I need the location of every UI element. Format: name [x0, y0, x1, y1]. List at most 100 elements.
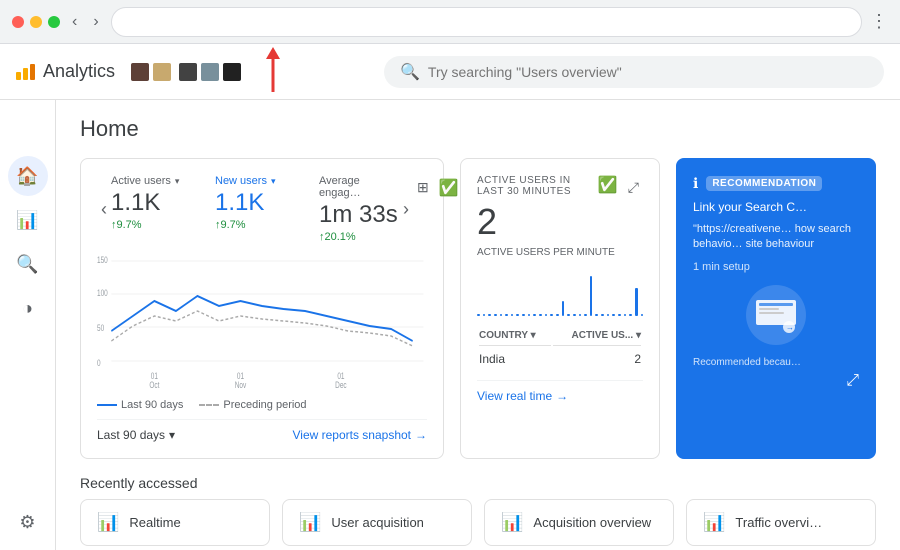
- bar-17: [567, 314, 570, 316]
- red-arrow-svg: [253, 47, 293, 97]
- rec-footer: Recommended becau…: [693, 357, 859, 368]
- property-icon-4[interactable]: [201, 63, 219, 81]
- recently-accessed-title: Recently accessed: [80, 475, 876, 491]
- rec-badge: RECOMMENDATION: [706, 176, 822, 191]
- logo-bar-1: [16, 72, 21, 80]
- recent-traffic-label: Traffic overvi…: [735, 515, 822, 530]
- bar-28: [629, 314, 632, 316]
- active-users-30min-label: ACTIVE USERS IN LAST 30 MINUTES: [477, 175, 598, 197]
- metric-new-users-dropdown[interactable]: ▾: [271, 176, 276, 187]
- recent-realtime-icon: 📊: [97, 512, 119, 533]
- minimize-dot[interactable]: [30, 16, 42, 28]
- country-col-header[interactable]: COUNTRY ▾: [479, 326, 551, 346]
- svg-text:100: 100: [97, 288, 108, 298]
- realtime-expand-button[interactable]: ⤢: [624, 175, 643, 200]
- metric-avg-engagement-label: Average engag…: [319, 175, 399, 199]
- rec-expand-button[interactable]: ⤢: [846, 372, 859, 390]
- bar-19: [579, 314, 582, 316]
- active-users-per-minute-label: ACTIVE USERS PER MINUTE: [477, 247, 643, 258]
- realtime-icons: ✅ ⤢: [598, 175, 643, 200]
- arrow-right-icon: →: [415, 428, 427, 442]
- chart-area: 150 100 50 0 01: [97, 251, 427, 391]
- bar-11: [533, 314, 536, 316]
- recent-card-traffic[interactable]: 📊 Traffic overvi…: [686, 499, 876, 546]
- svg-text:Nov: Nov: [235, 380, 247, 390]
- bar-13: [545, 314, 548, 316]
- sidebar-item-advertising[interactable]: ◑: [8, 288, 48, 328]
- logo-icon: [16, 64, 35, 80]
- realtime-card: ACTIVE USERS IN LAST 30 MINUTES 2 ✅ ⤢ AC…: [460, 158, 660, 459]
- bar-2: [483, 314, 486, 316]
- main-content: Home ‹ Active users ▾ 1.1K 9: [56, 100, 900, 550]
- metric-avg-engagement: Average engag… 1m 33s 20.1%: [319, 175, 399, 243]
- date-dropdown-icon: ▾: [169, 428, 175, 442]
- metric-active-users-value: 1.1K: [111, 189, 191, 217]
- sidebar-item-explore[interactable]: 🔍: [8, 244, 48, 284]
- rec-header: ℹ RECOMMENDATION: [693, 175, 859, 192]
- compare-icon-button[interactable]: ⊞: [413, 175, 433, 200]
- legend-line-dashed: [199, 404, 219, 406]
- bar-27: [624, 314, 627, 316]
- bar-10: [528, 314, 531, 316]
- maximize-dot[interactable]: [48, 16, 60, 28]
- mini-bar-chart: [477, 266, 643, 316]
- sidebar-item-reports[interactable]: 📊: [8, 200, 48, 240]
- chart-legend: Last 90 days Preceding period: [97, 399, 427, 411]
- property-icon-5[interactable]: [223, 63, 241, 81]
- bar-8: [516, 314, 519, 316]
- bar-5: [500, 314, 503, 316]
- metric-new-users-label: New users ▾: [215, 175, 295, 187]
- recent-card-acquisition-overview[interactable]: 📊 Acquisition overview: [484, 499, 674, 546]
- rec-setup-time: 1 min setup: [693, 261, 859, 273]
- metric-active-users: Active users ▾ 1.1K 9.7%: [111, 175, 191, 243]
- recently-accessed-section: Recently accessed 📊 Realtime 📊 User acqu…: [80, 475, 876, 546]
- view-realtime-link[interactable]: View real time →: [477, 389, 643, 403]
- rec-description: "https://creativene… how search behavio……: [693, 222, 859, 253]
- sidebar-item-home[interactable]: 🏠: [8, 156, 48, 196]
- address-bar[interactable]: [111, 7, 862, 37]
- recent-acq-overview-label: Acquisition overview: [533, 515, 651, 530]
- date-range-selector[interactable]: Last 90 days ▾: [97, 428, 175, 442]
- property-icon-3[interactable]: [179, 63, 197, 81]
- rec-card-footer: ⤢: [693, 372, 859, 390]
- sidebar: 🏠 📊 🔍 ◑ ⚙: [0, 100, 56, 550]
- view-reports-link[interactable]: View reports snapshot →: [292, 428, 427, 442]
- search-input[interactable]: [428, 64, 868, 80]
- table-row: India 2: [479, 348, 641, 370]
- active-users-30min-value: 2: [477, 201, 598, 243]
- rec-title: Link your Search C…: [693, 200, 859, 214]
- svg-text:0: 0: [97, 358, 101, 368]
- bar-30: [641, 314, 644, 316]
- metrics-prev-button[interactable]: ‹: [97, 191, 111, 228]
- bar-3: [488, 314, 491, 316]
- forward-button[interactable]: ›: [89, 9, 102, 35]
- bar-12: [539, 314, 542, 316]
- recent-card-realtime[interactable]: 📊 Realtime: [80, 499, 270, 546]
- bar-25: [612, 314, 615, 316]
- rec-illustration: →: [693, 285, 859, 345]
- metric-avg-engagement-value: 1m 33s: [319, 201, 399, 229]
- metric-active-users-dropdown[interactable]: ▾: [175, 176, 180, 187]
- app-container: 🏠 📊 🔍 ◑ ⚙ Home ‹: [0, 44, 900, 550]
- metric-active-users-change: 9.7%: [111, 219, 191, 231]
- bar-1: [477, 314, 480, 316]
- svg-text:Dec: Dec: [335, 380, 347, 390]
- property-icon-2[interactable]: [153, 63, 171, 81]
- recent-card-user-acquisition[interactable]: 📊 User acquisition: [282, 499, 472, 546]
- property-icon-1[interactable]: [131, 63, 149, 81]
- annotation-arrow: [253, 47, 293, 97]
- close-dot[interactable]: [12, 16, 24, 28]
- bar-23: [601, 314, 604, 316]
- search-bar[interactable]: 🔍: [384, 56, 884, 88]
- main-card-footer: Last 90 days ▾ View reports snapshot →: [97, 419, 427, 442]
- sidebar-item-settings[interactable]: ⚙: [8, 502, 48, 542]
- metrics-next-button[interactable]: ›: [399, 191, 413, 228]
- traffic-lights: [12, 16, 60, 28]
- users-col-header[interactable]: ACTIVE US... ▾: [553, 326, 641, 346]
- analytics-logo: Analytics: [16, 61, 115, 82]
- page-title: Home: [80, 116, 876, 142]
- realtime-arrow-icon: →: [556, 389, 568, 403]
- bar-9: [522, 314, 525, 316]
- browser-menu-icon[interactable]: ⋮: [870, 11, 888, 32]
- back-button[interactable]: ‹: [68, 9, 81, 35]
